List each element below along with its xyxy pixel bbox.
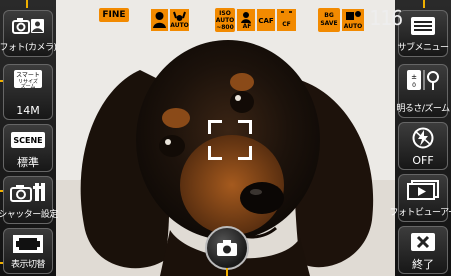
leader-line [26, 0, 28, 8]
caf-label: CAF [258, 17, 274, 25]
scene-auto-indicator: AUTO [342, 8, 364, 32]
scene-icon-text: SCENE [13, 135, 43, 145]
smart-resize-zoom-icon: スマート リサイズ ズーム [13, 69, 43, 89]
smart-resize-zoom-button[interactable]: スマート リサイズ ズーム 14M [3, 64, 53, 120]
display-toggle-label: 表示切替 [10, 260, 46, 270]
photo-viewer-icon [406, 179, 440, 201]
flash-button[interactable]: OFF [398, 122, 448, 170]
leader-line [226, 268, 228, 276]
iso-indicator: ISO AUTO ~800 [215, 8, 235, 32]
display-toggle-button[interactable]: 表示切替 [3, 228, 53, 274]
svg-text:±: ± [411, 73, 417, 81]
bg-label: BG [324, 12, 334, 19]
leader-line [423, 0, 425, 8]
iso-auto-label: AUTO [215, 16, 235, 24]
shutter-settings-icon [9, 181, 47, 203]
focus-frame-icon [208, 120, 252, 160]
submenu-button[interactable]: サブメニュー [397, 10, 450, 57]
iso-range-label: ~800 [216, 23, 234, 31]
scene-auto-label: AUTO [343, 23, 363, 30]
photo-mode-button[interactable]: フォト(カメラ) [0, 10, 57, 57]
display-toggle-icon [12, 233, 44, 255]
quality-indicator: FINE [99, 8, 129, 22]
exit-label: 終了 [412, 258, 434, 271]
brightness-zoom-icon: ± 0 [405, 69, 441, 91]
scene-label: 標準 [17, 156, 39, 169]
save-label: SAVE [320, 20, 338, 27]
submenu-icon [409, 15, 437, 37]
left-menu: フォト(カメラ) スマート リサイズ ズーム 14M SCENE 標準 シャッタ… [0, 0, 58, 276]
close-icon [410, 231, 436, 253]
svg-text:ズーム: ズーム [21, 83, 36, 89]
shutter-settings-button[interactable]: シャッター設定 [0, 176, 58, 224]
af-mode-indicator: AF CAF CF [237, 8, 297, 32]
scene-icon: SCENE [10, 129, 46, 151]
af-label: AF [242, 23, 252, 30]
scene-button[interactable]: SCENE 標準 [3, 124, 53, 172]
cf-label: CF [282, 21, 291, 28]
exit-button[interactable]: 終了 [398, 226, 448, 274]
svg-text:スマート: スマート [16, 72, 40, 79]
camera-icon [11, 15, 45, 37]
flash-label: OFF [412, 154, 434, 167]
photo-mode-label: フォト(カメラ) [0, 43, 57, 53]
right-menu: サブメニュー ± 0 明るさ/ズーム OFF フォトビューアー 終了 [389, 0, 451, 276]
resize-value: 14M [16, 104, 40, 117]
remaining-shots-counter: 116 [369, 6, 403, 30]
brightness-zoom-label: 明るさ/ズーム [396, 104, 450, 114]
flash-off-icon [411, 127, 435, 149]
shutter-button[interactable] [205, 226, 249, 270]
bg-save-indicator: BG SAVE [318, 8, 340, 32]
submenu-label: サブメニュー [397, 43, 450, 53]
camera-icon [217, 240, 237, 256]
brightness-zoom-button[interactable]: ± 0 明るさ/ズーム [396, 64, 450, 118]
svg-text:0: 0 [412, 82, 416, 89]
photo-viewer-button[interactable]: フォトビューアー [389, 174, 451, 222]
shutter-settings-label: シャッター設定 [0, 210, 58, 220]
face-auto-label: AUTO [170, 22, 189, 29]
iso-label: ISO [219, 9, 231, 17]
photo-viewer-label: フォトビューアー [389, 208, 451, 218]
face-detection-indicator: AUTO [150, 8, 190, 32]
